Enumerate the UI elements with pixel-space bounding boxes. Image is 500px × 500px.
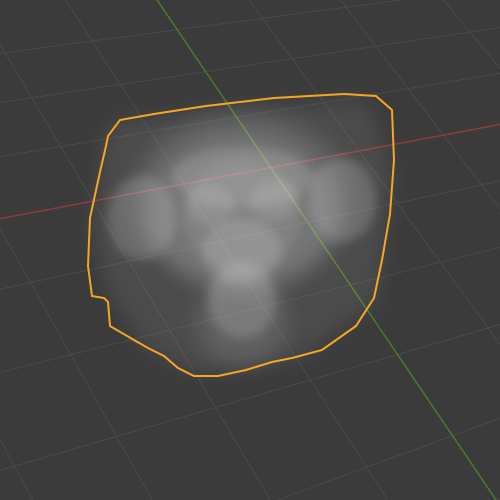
viewport-canvas[interactable]	[0, 0, 500, 500]
viewport-3d[interactable]	[0, 0, 500, 500]
